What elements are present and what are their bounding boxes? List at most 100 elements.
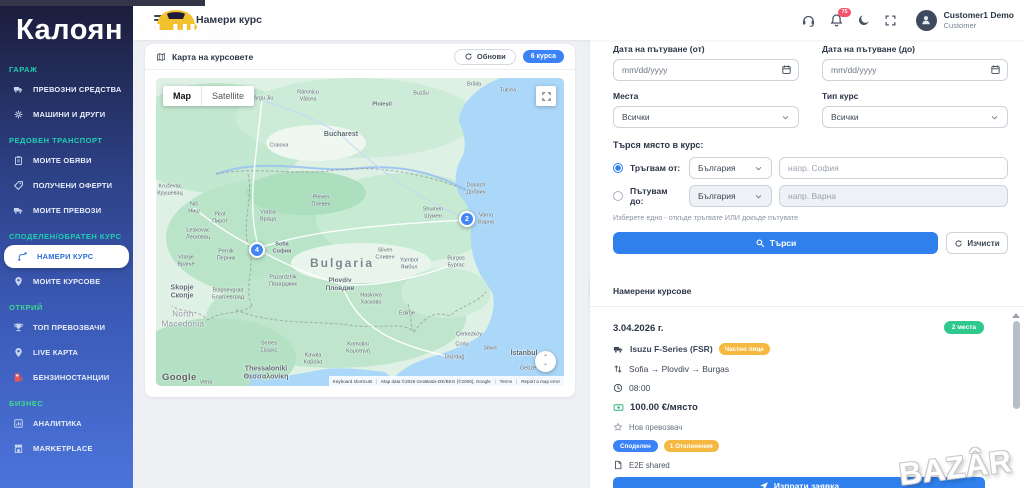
fullscreen-icon[interactable] xyxy=(884,14,897,27)
map-city-label: Pirot Пирот xyxy=(212,211,228,224)
google-map[interactable]: Bulgaria Târgu JiuRâmnicu VâlceaCraiovaB… xyxy=(156,78,564,386)
sidebar-item-gas-stations[interactable]: БЕНЗИНОСТАНЦИИ xyxy=(0,365,133,390)
date-from-label: Дата на пътуване (от) xyxy=(613,44,799,54)
search-button[interactable]: Търси xyxy=(613,232,938,254)
sidebar-item-top-carriers[interactable]: ТОП ПРЕВОЗВАЧИ xyxy=(0,315,133,340)
course-type-select-value: Всички xyxy=(831,112,859,122)
map-city-label: Craiova xyxy=(270,143,289,150)
map-type-control: Map Satellite xyxy=(163,86,254,106)
results-header: Намерени курсове xyxy=(590,275,1024,307)
tag-icon xyxy=(13,180,24,191)
sidebar-item-find-course[interactable]: НАМЕРИ КУРС xyxy=(4,245,129,268)
map-city-label: Varna Варна xyxy=(478,212,494,225)
destination-city-input[interactable] xyxy=(779,185,1008,207)
banknote-icon xyxy=(613,402,624,413)
sidebar-item-my-transports[interactable]: МОИТЕ ПРЕВОЗИ xyxy=(0,198,133,223)
sidebar-item-marketplace[interactable]: MARKETPLACE xyxy=(0,436,133,461)
map-city-label: Pleven Плевен xyxy=(311,194,330,207)
map-fullscreen-button[interactable] xyxy=(536,86,556,106)
map-city-label: Serres Σέρρες xyxy=(260,340,277,353)
sidebar-item-label: НАМЕРИ КУРС xyxy=(37,252,93,261)
sidebar-item-label: ПОЛУЧЕНИ ОФЕРТИ xyxy=(33,181,112,190)
app-window: ГАРАЖ ПРЕВОЗНИ СРЕДСТВА МАШИНИ И ДРУГИ Р… xyxy=(0,0,1024,488)
map-data-text: Map data ©2026 GeoBasis-DE/BKG (©2009), … xyxy=(376,379,494,384)
chevron-down-icon xyxy=(754,192,763,201)
report-error-link[interactable]: Report a map error xyxy=(516,379,564,384)
results-scrollbar[interactable] xyxy=(1012,313,1020,488)
sidebar-section-business: БИЗНЕС xyxy=(0,390,133,411)
support-headset-icon[interactable] xyxy=(801,13,816,28)
scrollbar-thumb[interactable] xyxy=(1013,321,1020,409)
depart-country-select[interactable]: България xyxy=(689,157,772,179)
notifications-bell-icon[interactable]: 75 xyxy=(829,13,844,28)
store-icon xyxy=(13,443,24,454)
terms-link[interactable]: Terms xyxy=(495,379,517,384)
deviations-badge: 1 Отклонения xyxy=(664,440,719,452)
keyboard-shortcuts-link[interactable]: Keyboard shortcuts xyxy=(329,379,377,384)
carrier-note: Нов превозвач xyxy=(629,423,682,432)
map-cluster-marker[interactable]: 2 xyxy=(459,211,475,227)
map-card: Карта на курсовете Обнови 6 курса xyxy=(145,44,575,397)
map-view-button[interactable]: Map xyxy=(163,86,202,106)
map-city-label: Burgas Бургас xyxy=(447,255,464,268)
sidebar-item-live-map[interactable]: LIVE КАРТА xyxy=(0,340,133,365)
map-city-label: Tulcea xyxy=(500,88,516,95)
map-city-label: Leskovac Лесковац xyxy=(186,227,210,240)
clear-button[interactable]: Изчисти xyxy=(946,232,1008,254)
depart-from-radio[interactable] xyxy=(613,163,623,173)
sidebar-item-machines[interactable]: МАШИНИ И ДРУГИ xyxy=(0,102,133,127)
scrollbar-up-arrow[interactable] xyxy=(1012,313,1020,318)
seek-seat-label: Търся място в курс: xyxy=(613,140,1008,150)
destination-country-select[interactable]: България xyxy=(689,185,772,207)
satellite-view-button[interactable]: Satellite xyxy=(202,86,254,106)
destination-country-value: България xyxy=(698,191,736,201)
pin-icon xyxy=(13,276,24,287)
country-label: Bulgaria xyxy=(310,256,374,270)
trophy-icon xyxy=(13,322,24,333)
map-city-label: Komotini Κομοτηνή xyxy=(346,341,370,354)
travel-to-label: Пътувам до: xyxy=(630,186,682,206)
sidebar-item-analytics[interactable]: АНАЛИТИКА xyxy=(0,411,133,436)
expand-icon xyxy=(541,91,552,102)
chevron-down-icon xyxy=(990,113,999,122)
dark-mode-moon-icon[interactable] xyxy=(857,13,871,27)
sidebar-item-my-listings[interactable]: МОИТЕ ОБЯВИ xyxy=(0,148,133,173)
form-helper-text: Изберете едно - откъде тръгвате ИЛИ докъ… xyxy=(613,213,1008,222)
course-date: 3.04.2026 г. xyxy=(613,323,664,334)
map-city-label: Dobrich Добрич xyxy=(467,182,486,195)
search-icon xyxy=(755,238,765,248)
clear-button-label: Изчисти xyxy=(967,239,999,248)
seats-select[interactable]: Всички xyxy=(613,106,799,128)
course-type-select[interactable]: Всички xyxy=(822,106,1008,128)
user-menu[interactable]: Customer1 Demo Customer xyxy=(916,10,1014,31)
date-to-input[interactable] xyxy=(822,59,1008,81)
watermark-name: Калоян Кънчев xyxy=(16,14,242,47)
refresh-icon xyxy=(464,52,473,61)
user-name: Customer1 Demo xyxy=(944,10,1014,21)
route-icon xyxy=(17,251,28,262)
refresh-map-button[interactable]: Обнови xyxy=(454,49,516,65)
map-city-label: Pazardzhik Пазарджик xyxy=(269,274,297,287)
sidebar-item-my-courses[interactable]: МОИТЕ КУРСОВЕ xyxy=(0,269,133,294)
sidebar-item-received-offers[interactable]: ПОЛУЧЕНИ ОФЕРТИ xyxy=(0,173,133,198)
refresh-label: Обнови xyxy=(477,52,506,61)
map-city-label: Buzău xyxy=(413,91,429,98)
course-route: Sofia → Plovdiv → Burgas xyxy=(629,364,729,374)
user-role: Customer xyxy=(944,21,1014,30)
price-per-seat: 100.00 €/място xyxy=(630,402,698,413)
results-title: Намерени курсове xyxy=(613,286,691,296)
route-swap-icon xyxy=(613,364,623,374)
sidebar-section-discover: ОТКРИЙ xyxy=(0,294,133,315)
travel-to-radio[interactable] xyxy=(613,191,623,201)
content-area: Карта на курсовете Обнови 6 курса xyxy=(133,40,1024,488)
date-from-input[interactable] xyxy=(613,59,799,81)
map-attribution: Keyboard shortcuts Map data ©2026 GeoBas… xyxy=(329,376,564,386)
depart-city-input[interactable] xyxy=(779,157,1008,179)
sidebar-item-vehicles[interactable]: ПРЕВОЗНИ СРЕДСТВА xyxy=(0,77,133,102)
map-pan-control[interactable]: ⌃⌄ xyxy=(535,351,556,372)
map-city-label: Râmnicu Vâlcea xyxy=(297,89,319,102)
map-cluster-marker[interactable]: 4 xyxy=(249,242,265,258)
google-logo: Google xyxy=(162,372,197,383)
sidebar: ГАРАЖ ПРЕВОЗНИ СРЕДСТВА МАШИНИ И ДРУГИ Р… xyxy=(0,0,133,488)
sidebar-item-label: МОИТЕ ПРЕВОЗИ xyxy=(33,206,101,215)
